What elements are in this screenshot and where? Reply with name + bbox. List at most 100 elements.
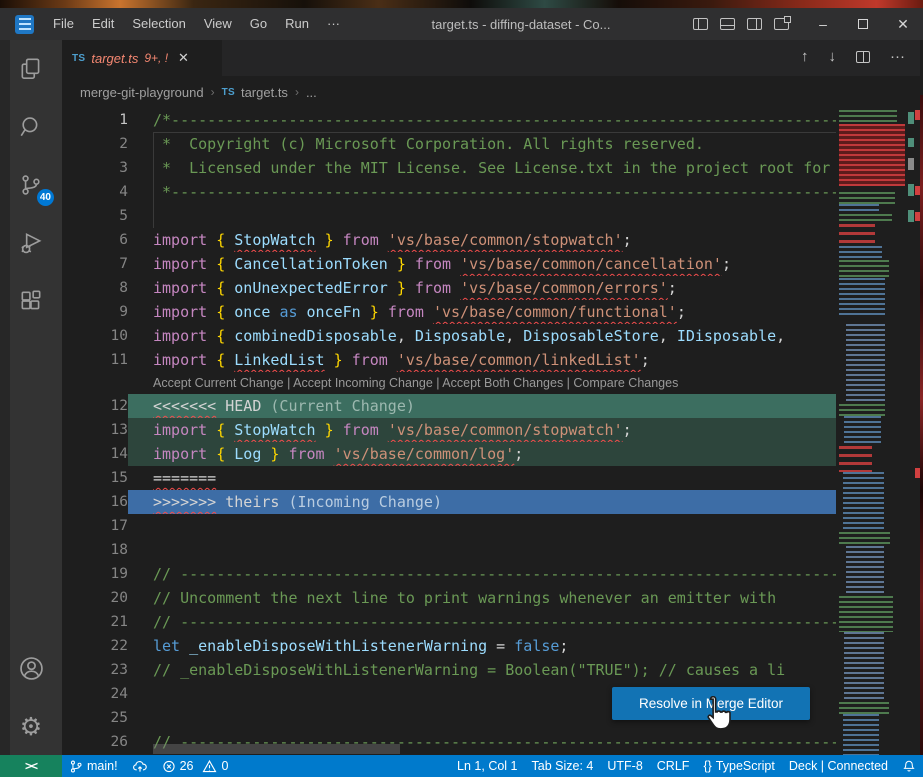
eol-status[interactable]: CRLF: [650, 755, 697, 777]
code-line-12[interactable]: 12<<<<<<< HEAD (Current Change): [62, 394, 836, 418]
cursor-position-status[interactable]: Ln 1, Col 1: [450, 755, 524, 777]
line-number: 1: [62, 108, 128, 132]
code-line-19[interactable]: 19// -----------------------------------…: [62, 562, 836, 586]
language-mode-status[interactable]: {} TypeScript: [696, 755, 781, 777]
code-lines: 1/*-------------------------------------…: [62, 108, 836, 754]
code-line-16[interactable]: 16>>>>>>> theirs (Incoming Change): [62, 490, 836, 514]
next-change-button[interactable]: ↓: [829, 48, 837, 65]
menu-[interactable]: ···: [318, 11, 349, 37]
extension-status[interactable]: Deck | Connected: [782, 755, 895, 777]
branch-status[interactable]: main!: [62, 755, 125, 777]
remote-indicator[interactable]: ><: [0, 755, 62, 777]
code-line-22[interactable]: 22let _enableDisposeWithListenerWarning …: [62, 634, 836, 658]
code-line-17[interactable]: 17: [62, 514, 836, 538]
close-button[interactable]: ✕: [883, 8, 923, 40]
resolve-in-merge-editor-button[interactable]: Resolve in Merge Editor: [612, 687, 810, 720]
line-number: 2: [62, 132, 128, 156]
more-actions-icon[interactable]: ···: [890, 48, 905, 65]
sidebar-item-explorer[interactable]: [0, 40, 62, 98]
sidebar-item-source-control[interactable]: 40: [0, 156, 62, 214]
breadcrumb-item-1[interactable]: target.ts: [241, 85, 288, 100]
code-line-14[interactable]: 14import { Log } from 'vs/base/common/lo…: [62, 442, 836, 466]
breadcrumb: merge-git-playground›TStarget.ts›...: [62, 76, 920, 108]
code-line-10[interactable]: 10import { combinedDisposable, Disposabl…: [62, 324, 836, 348]
problems-status[interactable]: 26 0: [155, 755, 236, 777]
account-button[interactable]: [0, 639, 62, 697]
merge-codelens-actions[interactable]: Accept Current Change | Accept Incoming …: [62, 372, 836, 394]
typescript-file-icon: TS: [222, 87, 235, 98]
menu-file[interactable]: File: [44, 11, 83, 37]
line-number: 13: [62, 418, 128, 442]
overview-ruler[interactable]: [908, 108, 920, 755]
line-content: import { once as onceFn } from 'vs/base/…: [128, 300, 836, 324]
window-title: target.ts - diffing-dataset - Co...: [349, 17, 693, 32]
vscode-window: FileEditSelectionViewGoRun··· target.ts …: [0, 0, 923, 777]
code-line-5[interactable]: 5: [62, 204, 836, 228]
error-icon: [162, 759, 176, 774]
minimap-block-codeind: [846, 324, 886, 404]
minimap-block-green: [839, 110, 897, 124]
vscode-logo-icon[interactable]: [15, 15, 34, 34]
line-content: >>>>>>> theirs (Incoming Change): [128, 490, 836, 514]
maximize-button[interactable]: [843, 8, 883, 40]
code-line-20[interactable]: 20// Uncomment the next line to print wa…: [62, 586, 836, 610]
code-line-15[interactable]: 15=======: [62, 466, 836, 490]
code-line-13[interactable]: 13import { StopWatch } from 'vs/base/com…: [62, 418, 836, 442]
code-line-23[interactable]: 23// _enableDisposeWithListenerWarning =…: [62, 658, 836, 682]
horizontal-scrollbar[interactable]: [153, 744, 400, 754]
line-number: 10: [62, 324, 128, 348]
sidebar-item-search[interactable]: [0, 98, 62, 156]
ruler-mark: [915, 212, 920, 221]
code-line-4[interactable]: 4 *-------------------------------------…: [62, 180, 836, 204]
minimap[interactable]: [836, 108, 908, 755]
git-branch-icon: [69, 759, 83, 774]
previous-change-button[interactable]: ↑: [801, 48, 809, 65]
tab-close-icon[interactable]: ✕: [178, 50, 189, 66]
line-number: 21: [62, 610, 128, 634]
toggle-panel-icon[interactable]: [720, 18, 735, 30]
menu-view[interactable]: View: [195, 11, 241, 37]
split-editor-icon[interactable]: [856, 51, 870, 63]
code-line-2[interactable]: 2 * Copyright (c) Microsoft Corporation.…: [62, 132, 836, 156]
indentation-status[interactable]: Tab Size: 4: [525, 755, 601, 777]
line-number: 16: [62, 490, 128, 514]
toggle-sidebar-icon[interactable]: [693, 18, 708, 30]
line-number: 20: [62, 586, 128, 610]
warning-icon: [202, 759, 217, 774]
minimap-block-green: [839, 260, 889, 278]
minimap-block-green: [839, 596, 893, 632]
code-line-11[interactable]: 11import { LinkedList } from 'vs/base/co…: [62, 348, 836, 372]
code-line-3[interactable]: 3 * Licensed under the MIT License. See …: [62, 156, 836, 180]
encoding-status[interactable]: UTF-8: [600, 755, 649, 777]
line-number: 23: [62, 658, 128, 682]
sidebar-item-run-debug[interactable]: [0, 214, 62, 272]
minimize-button[interactable]: –: [803, 8, 843, 40]
breadcrumb-item-2[interactable]: ...: [306, 85, 317, 100]
search-icon: [18, 114, 44, 140]
code-line-8[interactable]: 8import { onUnexpectedError } from 'vs/b…: [62, 276, 836, 300]
breadcrumb-item-0[interactable]: merge-git-playground: [80, 85, 204, 100]
ruler-mark: [908, 158, 914, 170]
code-line-1[interactable]: 1/*-------------------------------------…: [62, 108, 836, 132]
menu-go[interactable]: Go: [241, 11, 276, 37]
code-line-21[interactable]: 21// -----------------------------------…: [62, 610, 836, 634]
line-number: 4: [62, 180, 128, 204]
extensions-icon: [18, 288, 44, 314]
customize-layout-icon[interactable]: [774, 18, 789, 30]
sidebar-item-extensions[interactable]: [0, 272, 62, 330]
code-line-6[interactable]: 6import { StopWatch } from 'vs/base/comm…: [62, 228, 836, 252]
code-line-9[interactable]: 9import { once as onceFn } from 'vs/base…: [62, 300, 836, 324]
toggle-secondary-sidebar-icon[interactable]: [747, 18, 762, 30]
line-number: 9: [62, 300, 128, 324]
gear-icon: ⚙: [20, 712, 42, 741]
menu-selection[interactable]: Selection: [123, 11, 194, 37]
menu-edit[interactable]: Edit: [83, 11, 123, 37]
publish-status[interactable]: [125, 755, 155, 777]
tab-target-ts[interactable]: TS target.ts 9+, ! ✕: [62, 40, 222, 76]
settings-button[interactable]: ⚙: [0, 697, 62, 755]
code-editor[interactable]: 1/*-------------------------------------…: [62, 108, 836, 755]
code-line-7[interactable]: 7import { CancellationToken } from 'vs/b…: [62, 252, 836, 276]
code-line-18[interactable]: 18: [62, 538, 836, 562]
notifications-button[interactable]: [895, 755, 923, 777]
menu-run[interactable]: Run: [276, 11, 318, 37]
